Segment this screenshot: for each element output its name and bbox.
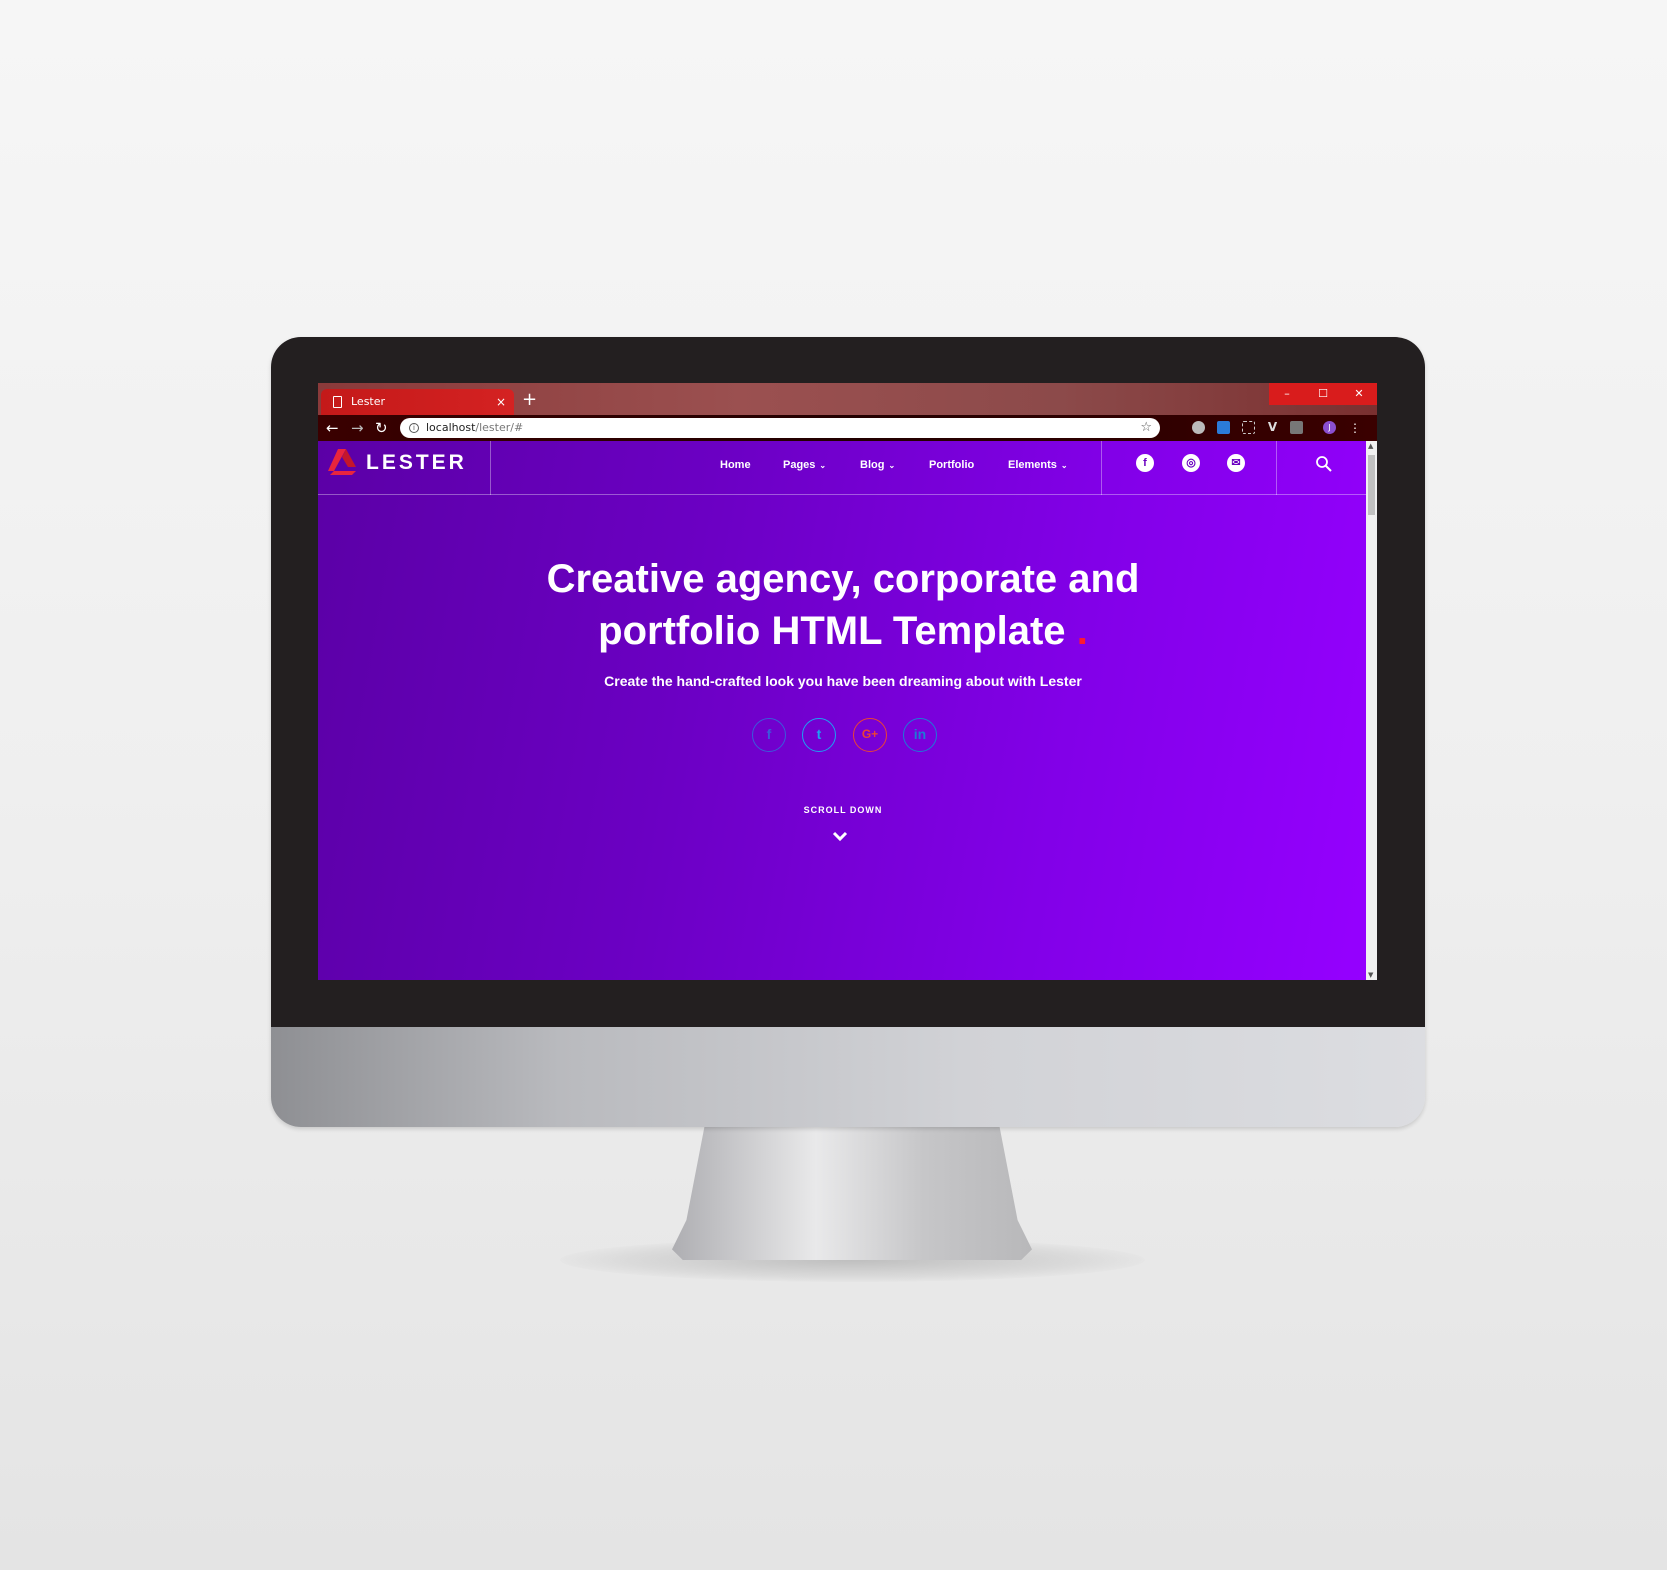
extension-icon[interactable] <box>1290 421 1303 434</box>
extension-icon[interactable] <box>1192 421 1205 434</box>
chevron-down-icon: ⌄ <box>1060 461 1068 470</box>
tab-title: Lester <box>351 395 386 408</box>
email-icon[interactable]: ✉ <box>1227 454 1245 472</box>
hero-title-line1: Creative agency, corporate and <box>546 557 1140 601</box>
header-divider <box>1276 441 1277 495</box>
scrollbar-thumb[interactable] <box>1368 455 1375 515</box>
instagram-icon[interactable]: ◎ <box>1182 454 1200 472</box>
minimize-button[interactable]: – <box>1269 383 1305 405</box>
new-tab-button[interactable]: + <box>522 387 537 413</box>
scroll-down-icon[interactable]: ▼ <box>1368 971 1373 979</box>
maximize-button[interactable]: ☐ <box>1305 383 1341 405</box>
chevron-down-icon: ⌄ <box>888 461 896 470</box>
bookmark-star-icon[interactable]: ☆ <box>1140 418 1152 438</box>
profile-avatar[interactable]: J <box>1323 421 1336 434</box>
info-icon[interactable]: i <box>409 423 419 433</box>
nav-portfolio[interactable]: Portfolio <box>929 459 974 471</box>
forward-icon[interactable]: → <box>351 417 364 439</box>
tab-bar: Lester × + – ☐ ✕ <box>318 383 1377 415</box>
nav-pages[interactable]: Pages ⌄ <box>783 459 826 471</box>
nav-label: Blog <box>860 459 885 471</box>
back-icon[interactable]: ← <box>326 417 339 439</box>
url-host: localhost <box>426 421 476 434</box>
logo-text[interactable]: LESTER <box>366 451 467 475</box>
address-bar[interactable]: i localhost/lester/# ☆ <box>400 418 1160 438</box>
scroll-down-label[interactable]: SCROLL DOWN <box>763 805 923 815</box>
scroll-up-icon[interactable]: ▲ <box>1368 442 1373 450</box>
browser-tab[interactable]: Lester × <box>321 389 514 415</box>
site-header: LESTER Home Pages ⌄ Blog ⌄ Portfolio Eleme… <box>318 441 1366 495</box>
google-plus-icon[interactable]: G+ <box>853 718 887 752</box>
translate-icon[interactable] <box>1217 421 1230 434</box>
menu-dots-icon[interactable]: ⋮ <box>1349 417 1361 439</box>
nav-label: Elements <box>1008 459 1057 471</box>
vue-devtools-icon[interactable]: V <box>1266 421 1279 434</box>
chevron-down-icon[interactable] <box>832 830 848 842</box>
nav-label: Portfolio <box>929 459 975 471</box>
hero-title: Creative agency, corporate and portfolio… <box>428 553 1258 657</box>
nav-label: Home <box>720 459 751 471</box>
nav-home[interactable]: Home <box>720 459 751 471</box>
close-window-button[interactable]: ✕ <box>1341 383 1377 405</box>
header-divider <box>490 441 491 495</box>
scrollbar[interactable]: ▲ ▼ <box>1366 441 1377 980</box>
facebook-icon[interactable]: f <box>752 718 786 752</box>
hero-subtitle: Create the hand-crafted look you have be… <box>604 673 1082 689</box>
header-divider <box>1101 441 1102 495</box>
monitor-stand <box>672 1127 1032 1260</box>
web-page: LESTER Home Pages ⌄ Blog ⌄ Portfolio Eleme… <box>318 441 1366 980</box>
linkedin-icon[interactable]: in <box>903 718 937 752</box>
twitter-icon[interactable]: t <box>802 718 836 752</box>
accent-dot: . <box>1076 609 1088 653</box>
browser-window: Lester × + – ☐ ✕ ← → ↻ i localhost/leste… <box>318 383 1377 980</box>
logo-icon[interactable] <box>328 449 356 475</box>
nav-elements[interactable]: Elements ⌄ <box>1008 459 1068 471</box>
chevron-down-icon: ⌄ <box>819 461 827 470</box>
url-path: /lester/# <box>475 421 524 434</box>
search-icon[interactable] <box>1314 454 1334 474</box>
tab-close-icon[interactable]: × <box>496 389 506 415</box>
page-icon <box>333 396 342 408</box>
nav-label: Pages <box>783 459 816 471</box>
screenshot-icon[interactable] <box>1242 421 1255 434</box>
toolbar: ← → ↻ i localhost/lester/# ☆ V J ⋮ <box>318 415 1377 441</box>
nav-blog[interactable]: Blog ⌄ <box>860 459 895 471</box>
hero-title-line2: portfolio HTML Template <box>598 609 1066 653</box>
monitor-chin <box>271 1027 1425 1127</box>
facebook-icon[interactable]: f <box>1136 454 1154 472</box>
reload-icon[interactable]: ↻ <box>375 417 388 439</box>
